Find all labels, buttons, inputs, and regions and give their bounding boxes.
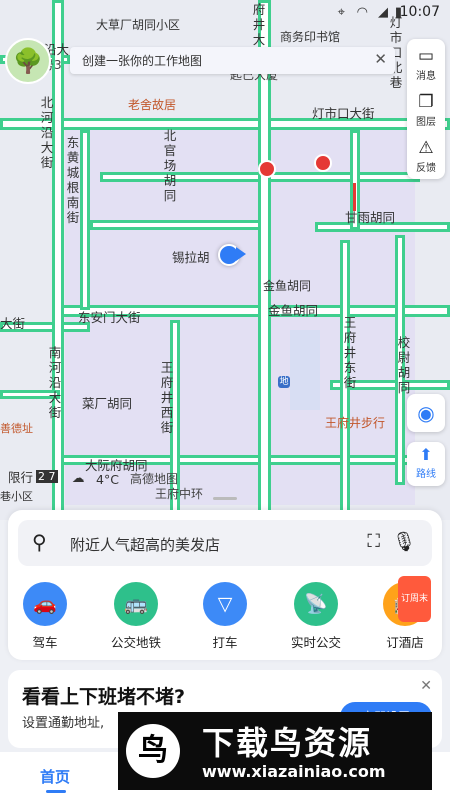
poi-left-small-2: 巷小区 [0,490,33,503]
quick-action-label: 驾车 [32,635,58,650]
map-tool-panel: ▭ 消息 ❐ 图层 ⚠ 反馈 [407,39,445,179]
feedback-button[interactable]: ⚠ 反馈 [407,133,445,178]
weather-temp: 4°C [96,472,119,487]
layers-label: 图层 [416,117,436,128]
road-label-caichang: 菜厂胡同 [82,396,133,411]
status-time: 10:07 [399,4,440,20]
layers-icon: ❐ [418,92,434,112]
no-entry-icon-2 [314,154,332,172]
search-bar[interactable]: ⚲ 附近人气超高的美发店 ⛶ 🎙 [18,520,432,566]
road-label-donghuangcheng: 东黄城根南街 [66,135,80,225]
watermark-title: 下载鸟资源 [202,724,373,762]
promo-subtitle: 设置通勤地址, [22,716,105,731]
traffic-limit-label: 限行 [8,470,34,485]
route-arrow-icon: ⬆ [419,445,433,464]
nav-tab-home[interactable]: 首页 [40,766,70,787]
status-bar: ⌖ ◠ ◢ ▮ 10:07 [0,0,450,26]
road-label-wangfujing-xi: 王府井西街 [160,360,174,435]
poi-wangfujing-walk[interactable]: 王府井步行 [325,414,385,431]
weather-cloud-icon: ☁ [72,470,85,485]
layers-button[interactable]: ❐ 图层 [407,87,445,132]
road-label-dengshikou: 灯市口大街 [312,106,375,121]
watermark-logo: 鸟 [126,724,180,778]
quick-action-label: 订酒店 [386,635,424,650]
messages-label: 消息 [416,71,436,82]
congestion-segment [353,183,356,211]
promo-title: 看看上下班堵不堵? [22,686,186,708]
quick-action-taxi[interactable]: ▽ 打车 [190,582,260,651]
no-entry-icon [258,160,276,178]
road-label-beiheyan: 北河沿大街 [40,95,54,170]
bottom-sheet: ⚲ 附近人气超高的美发店 ⛶ 🎙 🚗 驾车 🚌 公交地铁 ▽ 打车 📡 实时公交… [8,510,442,660]
route-button[interactable]: ⬆ 路线 [407,442,445,486]
message-icon: ▭ [417,46,435,66]
search-icon: ⚲ [32,530,47,554]
nav-active-indicator [46,790,66,793]
quick-action-bus[interactable]: 🚌 公交地铁 [101,582,171,651]
road-label-ganyu: 甘雨胡同 [345,210,396,225]
close-icon[interactable]: ✕ [420,678,432,694]
wifi-icon: ◠ [356,5,368,20]
road-label-nanheyan: 南河沿大街 [48,345,62,420]
poi-shangwu[interactable]: 商务印书馆 [280,28,340,45]
road-dengshikou [0,118,450,130]
feedback-icon: ⚠ [418,138,434,158]
feedback-label: 反馈 [416,163,436,174]
road-label-beiguanchang: 北官场胡同 [163,128,177,203]
road-label-xiaowei: 校尉胡同 [397,335,411,395]
locate-button[interactable]: ◉ [407,394,445,432]
search-placeholder[interactable]: 附近人气超高的美发店 [70,534,220,555]
taxi-icon: ▽ [203,582,247,626]
realtime-bus-icon: 📡 [294,582,338,626]
road-label-dajie-left: 大街 [0,316,26,331]
road-ganyu-left [90,220,270,230]
microphone-icon[interactable]: 🎙 [392,530,416,553]
quick-action-realtime-bus[interactable]: 📡 实时公交 [281,582,351,651]
bus-icon: 🚌 [114,582,158,626]
work-map-banner[interactable]: 创建一张你的工作地图 ✕ [70,47,395,74]
building-shape [290,330,320,410]
signal-icon: ◢ [378,5,388,20]
watermark-url: www.xiazainiao.com [202,762,386,781]
quick-action-label: 实时公交 [290,635,341,650]
subway-icon[interactable]: 地 [278,376,290,388]
road-label-xila: 锡拉胡 [172,250,210,265]
sheet-drag-handle[interactable] [213,497,237,500]
traffic-limit-numbers: 2 7 [36,470,58,484]
road-v3 [80,130,90,310]
quick-action-label: 打车 [212,635,238,650]
user-avatar[interactable]: 🌳 [5,38,51,84]
poi-wangfu-center[interactable]: 王府中环 [155,485,203,502]
road-beiheyan [52,0,64,520]
poi-laoshe[interactable]: 老舍故居 [128,96,176,113]
quick-action-hotel[interactable]: 🏨 订周末 订酒店 [370,576,440,651]
watermark: 鸟 下载鸟资源 www.xiazainiao.com [118,712,432,790]
road-label-dayuanfu: 大阮府胡同 [85,458,148,473]
road-label-dongan: 东安门大街 [78,310,141,325]
road-label-jinyu: 金鱼胡同 [268,303,319,318]
quick-action-label: 公交地铁 [110,635,161,650]
route-label: 路线 [416,469,436,480]
weekend-badge: 订周末 [397,576,431,622]
close-icon[interactable]: ✕ [374,50,387,68]
messages-button[interactable]: ▭ 消息 [407,41,445,86]
scan-icon[interactable]: ⛶ [367,531,380,552]
hotel-icon: 🏨 订周末 [383,576,431,626]
car-icon: 🚗 [23,582,67,626]
poi-left-small: 善德址 [0,422,33,435]
quick-action-drive[interactable]: 🚗 驾车 [10,582,80,651]
poi-jinyu[interactable]: 金鱼胡同 [263,277,311,294]
location-status-icon: ⌖ [337,5,345,20]
locate-icon: ◉ [417,401,435,425]
banner-text: 创建一张你的工作地图 [82,54,203,68]
road-label-wangfujing-dong: 王府井东街 [343,315,357,390]
heading-arrow-icon [236,247,246,261]
